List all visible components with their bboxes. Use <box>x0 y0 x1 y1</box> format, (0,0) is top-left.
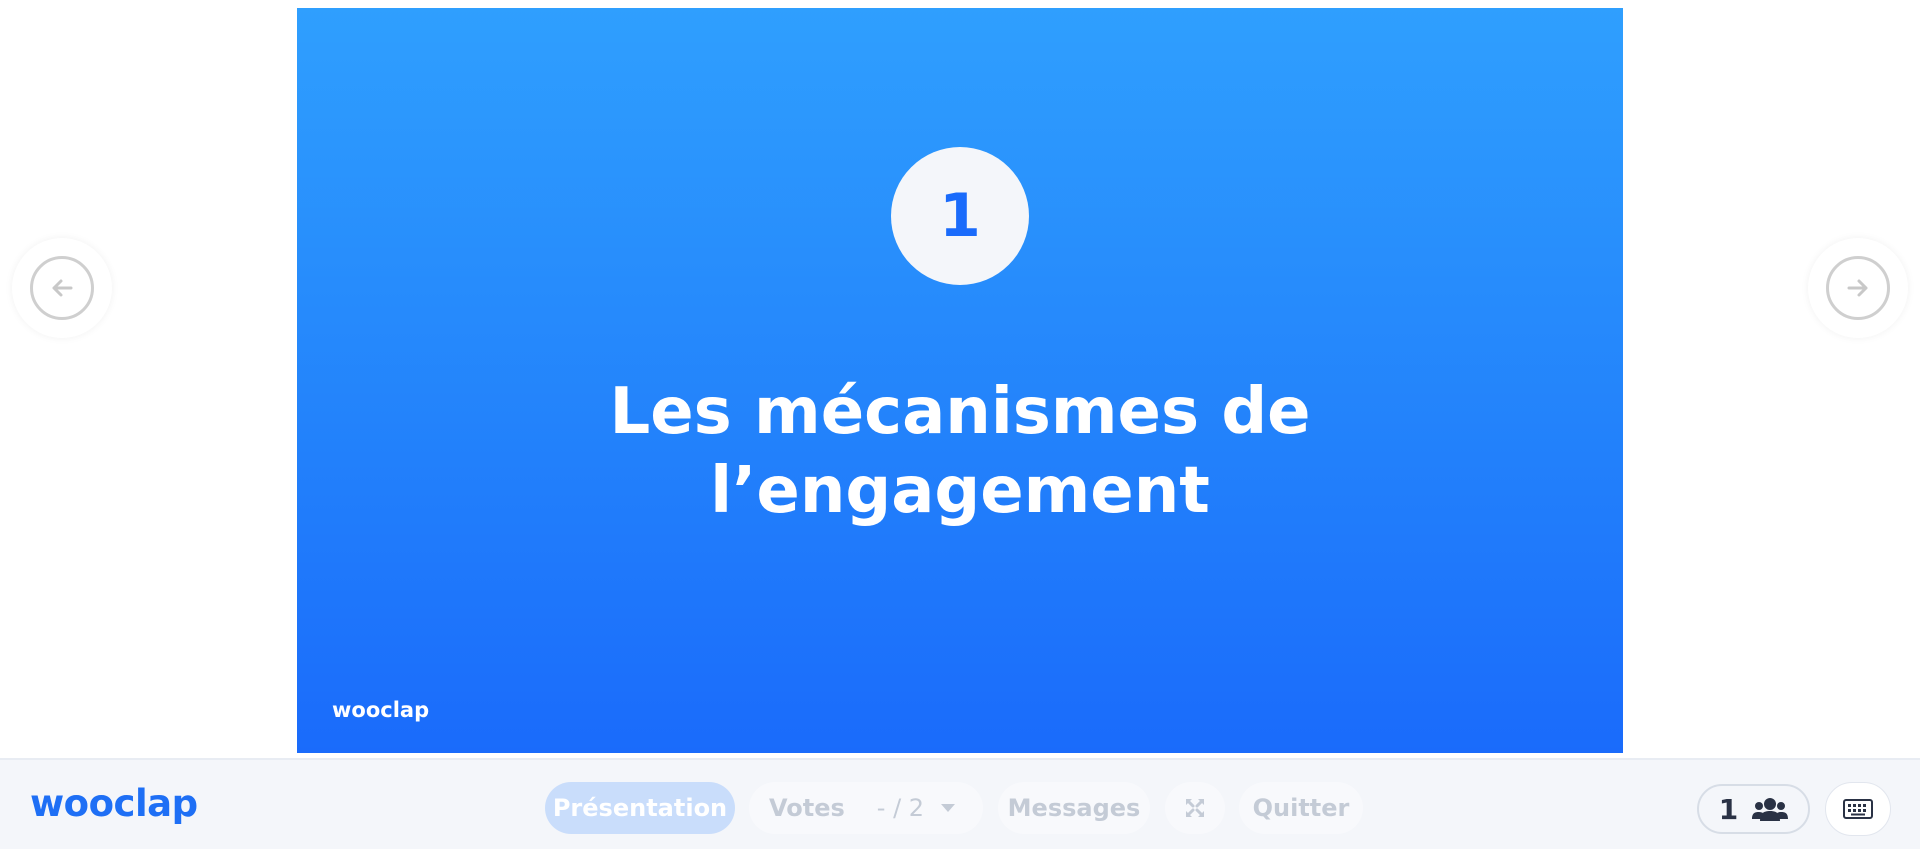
fullscreen-button[interactable] <box>1165 782 1225 834</box>
users-icon <box>1752 798 1789 821</box>
arrow-right-icon <box>1847 279 1868 297</box>
slide-title: Les mécanismes de l’engagement <box>297 373 1623 531</box>
bottom-toolbar: wooclap Présentation Votes - / 2 Message… <box>0 758 1920 849</box>
participants-count: 1 <box>1718 792 1739 826</box>
slide-title-line-1: Les mécanismes de <box>609 375 1311 449</box>
presentation-button[interactable]: Présentation <box>545 782 735 834</box>
arrow-left-icon <box>52 279 73 297</box>
expand-icon <box>1186 799 1204 817</box>
caret-down-icon[interactable] <box>940 803 956 813</box>
votes-button[interactable]: Votes - / 2 <box>749 782 983 834</box>
slide-number-badge: 1 <box>891 147 1029 285</box>
next-slide-button[interactable] <box>1808 238 1908 338</box>
next-ring <box>1826 256 1890 320</box>
votes-counter: - / 2 <box>876 794 925 822</box>
brand-logo[interactable]: wooclap <box>30 782 198 825</box>
previous-ring <box>30 256 94 320</box>
previous-slide-button[interactable] <box>12 238 112 338</box>
keyboard-icon <box>1843 799 1873 819</box>
keyboard-shortcuts-button[interactable] <box>1825 782 1891 836</box>
slide-logo: wooclap <box>332 698 430 722</box>
quit-button[interactable]: Quitter <box>1239 782 1363 834</box>
slide: 1 Les mécanismes de l’engagement wooclap <box>297 8 1623 753</box>
slide-title-line-2: l’engagement <box>710 454 1210 528</box>
messages-button[interactable]: Messages <box>998 782 1150 834</box>
votes-label: Votes <box>769 794 845 822</box>
slide-number: 1 <box>939 181 981 251</box>
presentation-stage: 1 Les mécanismes de l’engagement wooclap <box>0 0 1920 758</box>
participants-badge[interactable]: 1 <box>1697 784 1810 834</box>
